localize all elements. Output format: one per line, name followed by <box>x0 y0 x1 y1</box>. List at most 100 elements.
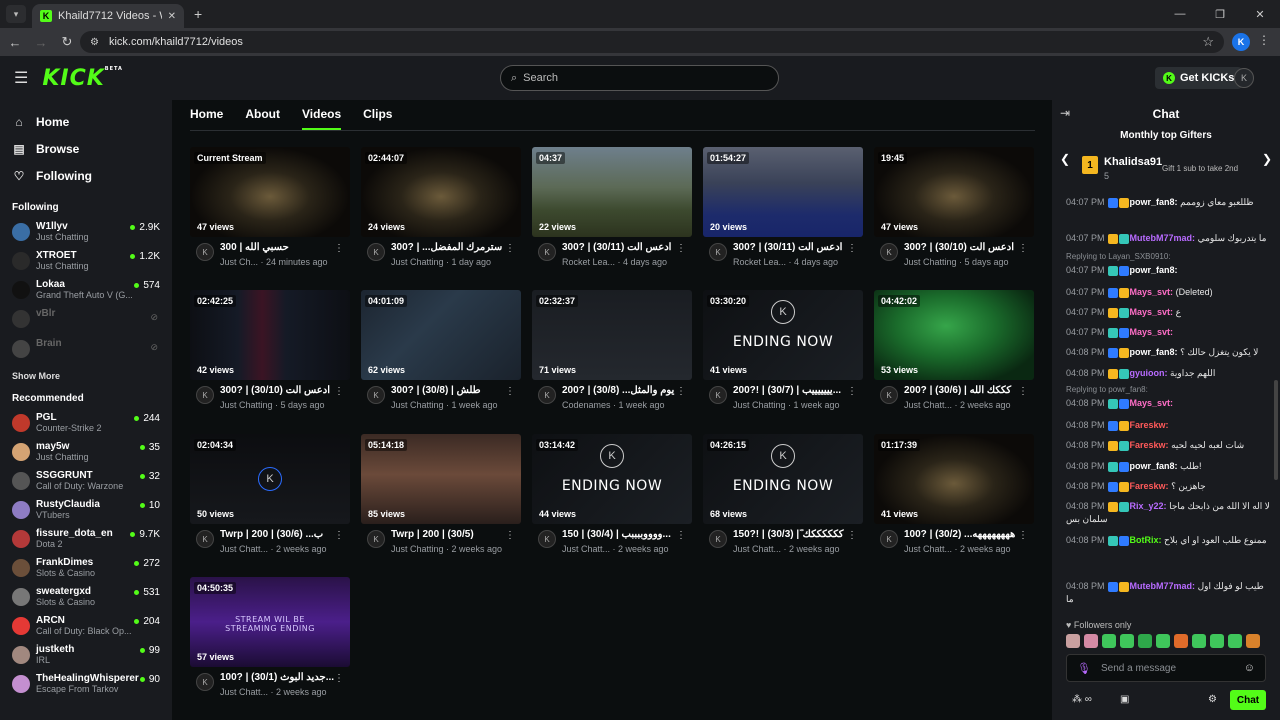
channel-avatar[interactable]: K <box>880 386 898 404</box>
video-thumbnail[interactable]: 02:44:07 24 views <box>361 147 521 237</box>
video-title[interactable]: 300? | (30/8) | طلش <box>391 385 507 396</box>
emote[interactable] <box>1228 634 1242 648</box>
reload-icon[interactable]: ↻ <box>54 34 80 50</box>
video-card[interactable]: K ENDING NOW 03:30:20 41 views K 200?! | (30/… <box>703 290 863 424</box>
more-options-icon[interactable]: ⋮ <box>505 243 515 254</box>
get-kicks-button[interactable]: K Get KICKs <box>1155 67 1243 89</box>
store-icon[interactable]: ▣ <box>1120 694 1129 705</box>
tab-about[interactable]: About <box>245 106 280 130</box>
more-options-icon[interactable]: ⋮ <box>847 243 857 254</box>
channel-avatar[interactable]: K <box>538 243 556 261</box>
more-options-icon[interactable]: ⋮ <box>334 673 344 684</box>
search-input[interactable]: ⌕ Search <box>500 65 779 91</box>
video-thumbnail[interactable]: 02:42:25 42 views <box>190 290 350 380</box>
emote[interactable] <box>1192 634 1206 648</box>
emote[interactable] <box>1210 634 1224 648</box>
tab-videos[interactable]: Videos <box>302 106 342 130</box>
video-card[interactable]: 04:37 22 views K 300? | (30/11) ادعس الت Roc… <box>532 147 692 281</box>
video-category[interactable]: Just Chatt... <box>904 400 952 410</box>
emote[interactable] <box>1120 634 1134 648</box>
chat-username[interactable]: powr_fan8: <box>1130 197 1178 207</box>
sidebar-channel[interactable]: Lokaa Grand Theft Auto V (G... 574 <box>0 277 172 306</box>
video-category[interactable]: Just Chatt... <box>220 687 268 697</box>
settings-gear-icon[interactable]: ⚙ <box>1208 694 1217 705</box>
chevron-left-icon[interactable]: ❮ <box>1060 152 1070 166</box>
channel-avatar[interactable]: K <box>196 530 214 548</box>
video-card[interactable]: 02:32:37 71 views K 200? | (30/8) ...يوم وا… <box>532 290 692 424</box>
tab-search-icon[interactable]: ▾ <box>6 5 26 23</box>
video-card[interactable]: 05:14:18 85 views K Twrp | 200 | (30/5) Just… <box>361 434 521 568</box>
video-title[interactable]: 150 | (30/4) | ووووببببب... <box>562 529 678 540</box>
sidebar-item-following[interactable]: ♡ Following <box>0 162 172 189</box>
minimize-icon[interactable]: — <box>1160 0 1200 28</box>
video-title[interactable]: 150?! | (30/3) | ٓٓٓككككككك <box>733 529 849 540</box>
channel-avatar[interactable]: K <box>367 530 385 548</box>
emote[interactable] <box>1084 634 1098 648</box>
chat-input[interactable]: 🎙 Send a message ☺ <box>1066 654 1266 682</box>
menu-icon[interactable]: ☰ <box>14 68 28 88</box>
video-category[interactable]: Just Chatting <box>733 400 786 410</box>
send-chat-button[interactable]: Chat <box>1230 690 1266 710</box>
video-thumbnail[interactable]: K ENDING NOW 03:30:20 41 views <box>703 290 863 380</box>
video-card[interactable]: STREAM WIL BE STREAMING ENDING 04:50:35 57… <box>190 577 350 711</box>
channel-avatar[interactable]: K <box>196 243 214 261</box>
sidebar-item-browse[interactable]: ▤ Browse <box>0 135 172 162</box>
sidebar-channel[interactable]: TheHealingWhisperer Escape From Tarkov 90 <box>0 671 172 700</box>
video-category[interactable]: Just Ch... <box>220 257 258 267</box>
emoji-icon[interactable]: ☺ <box>1244 662 1255 674</box>
channel-avatar[interactable]: K <box>538 386 556 404</box>
sidebar-channel[interactable]: W1llyv Just Chatting 2.9K <box>0 219 172 248</box>
channel-avatar[interactable]: K <box>367 386 385 404</box>
video-category[interactable]: Just Chatt... <box>733 544 781 554</box>
more-options-icon[interactable]: ⋮ <box>676 386 686 397</box>
video-card[interactable]: 04:42:02 53 views K 200? | (30/6) | كككك ال… <box>874 290 1034 424</box>
chevron-right-icon[interactable]: ❯ <box>1262 152 1272 166</box>
new-tab-icon[interactable]: + <box>194 6 202 22</box>
channel-avatar[interactable]: K <box>367 243 385 261</box>
emote[interactable] <box>1102 634 1116 648</box>
browser-tab[interactable]: K Khaild7712 Videos - Watch On ✕ <box>32 4 184 28</box>
video-thumbnail[interactable]: K ENDING NOW 04:26:15 68 views <box>703 434 863 524</box>
more-options-icon[interactable]: ⋮ <box>676 530 686 541</box>
video-thumbnail[interactable]: 02:32:37 71 views <box>532 290 692 380</box>
video-card[interactable]: 01:17:39 41 views K 100? | (30/2) ...هههههه… <box>874 434 1034 568</box>
more-options-icon[interactable]: ⋮ <box>334 530 344 541</box>
chat-username[interactable]: Fareskw: <box>1130 440 1169 450</box>
video-title[interactable]: 200? | (30/6) | كككك الله <box>904 385 1020 396</box>
video-card[interactable]: K ENDING NOW 03:14:42 44 views K 150 | (30/4)… <box>532 434 692 568</box>
channel-avatar[interactable]: K <box>196 386 214 404</box>
video-thumbnail[interactable]: 01:54:27 20 views <box>703 147 863 237</box>
chat-username[interactable]: MutebM77mad: <box>1130 233 1196 243</box>
video-thumbnail[interactable]: K 02:04:34 50 views <box>190 434 350 524</box>
video-title[interactable]: 100? | (30/2) ...ههههههههه <box>904 529 1020 540</box>
kick-logo[interactable]: KICKBETA <box>42 66 123 91</box>
channel-avatar[interactable]: K <box>196 673 214 691</box>
more-options-icon[interactable]: ⋮ <box>334 386 344 397</box>
video-card[interactable]: K 02:04:34 50 views K Twrp | 200 | (30/6) ..… <box>190 434 350 568</box>
video-category[interactable]: Just Chatting <box>391 257 444 267</box>
video-title[interactable]: 100? | (30/1) جديد البوث... <box>220 672 336 683</box>
video-thumbnail[interactable]: 19:45 47 views <box>874 147 1034 237</box>
sidebar-channel[interactable]: PGL Counter-Strike 2 244 <box>0 410 172 439</box>
video-thumbnail[interactable]: 04:01:09 62 views <box>361 290 521 380</box>
forward-icon[interactable]: → <box>28 35 54 50</box>
video-title[interactable]: 300? | ...سترمرك المفضل <box>391 242 507 253</box>
video-thumbnail[interactable]: Current Stream 47 views <box>190 147 350 237</box>
chat-username[interactable]: Fareskw: <box>1130 420 1169 430</box>
video-card[interactable]: Current Stream 47 views K 300 | حسبي الله Ju… <box>190 147 350 281</box>
chat-username[interactable]: Rix_y22: <box>1130 501 1167 511</box>
video-category[interactable]: Just Chatt... <box>562 544 610 554</box>
chat-username[interactable]: powr_fan8: <box>1130 347 1178 357</box>
chat-username[interactable]: Fareskw: <box>1130 481 1169 491</box>
close-window-icon[interactable]: ✕ <box>1240 0 1280 28</box>
chat-username[interactable]: Mays_svt: <box>1130 307 1174 317</box>
video-card[interactable]: 04:01:09 62 views K 300? | (30/8) | طلش Just… <box>361 290 521 424</box>
top-gifter-name[interactable]: Khalidsa91 <box>1104 156 1162 168</box>
video-title[interactable]: Twrp | 200 | (30/5) <box>391 529 507 540</box>
video-thumbnail[interactable]: K ENDING NOW 03:14:42 44 views <box>532 434 692 524</box>
more-options-icon[interactable]: ⋮ <box>847 530 857 541</box>
sidebar-channel[interactable]: FrankDimes Slots & Casino 272 <box>0 555 172 584</box>
channel-avatar[interactable]: K <box>709 386 727 404</box>
video-card[interactable]: 02:44:07 24 views K 300? | ...سترمرك المفضل… <box>361 147 521 281</box>
video-thumbnail[interactable]: 05:14:18 85 views <box>361 434 521 524</box>
